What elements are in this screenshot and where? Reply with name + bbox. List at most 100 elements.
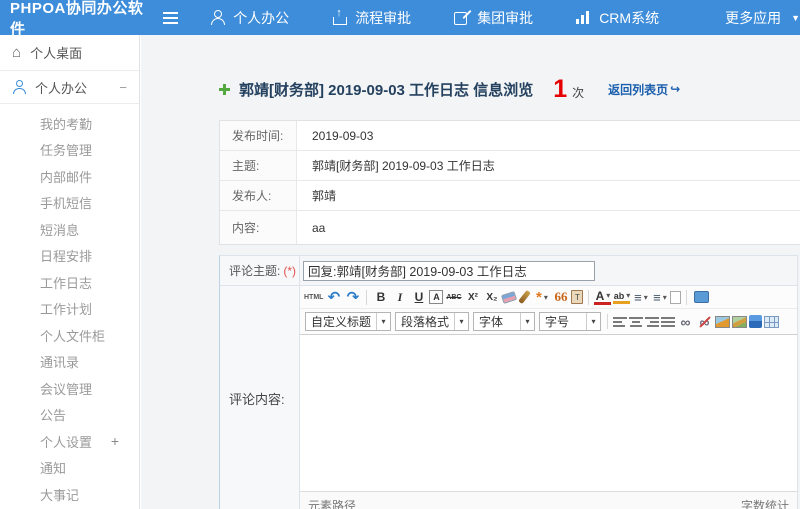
editor-dropdowns: 自定义标题 段落格式 字体	[303, 312, 603, 331]
comment-subject-label: 评论主题:	[229, 264, 281, 278]
sidebar-item-contacts[interactable]: 通讯录	[0, 349, 139, 376]
bold-icon[interactable]: B	[372, 288, 389, 306]
back-to-list-link[interactable]: 返回列表页 ↪	[608, 81, 680, 98]
underline-icon[interactable]: U	[410, 288, 427, 306]
sidebar-item-announcement[interactable]: 公告	[0, 402, 139, 429]
image-gallery-icon[interactable]	[732, 315, 748, 328]
nav-item-more-apps[interactable]: 更多应用 ▼	[702, 8, 800, 28]
undo-icon[interactable]: ↶	[325, 288, 342, 306]
info-row-publish-time: 发布时间: 2019-09-03	[220, 121, 800, 151]
toolbar-separator	[366, 289, 368, 305]
sidebar-item-label: 任务管理	[40, 143, 93, 159]
dropdown-caret-icon[interactable]	[586, 313, 600, 330]
sidebar-item-mobile-sms[interactable]: 手机短信	[0, 190, 139, 217]
sidebar-item-file-cabinet[interactable]: 个人文件柜	[0, 322, 139, 349]
sidebar-item-memorabilia[interactable]: 大事记	[0, 481, 139, 508]
strikethrough-icon[interactable]: ABC	[445, 288, 462, 306]
sidebar-item-label: 会议管理	[40, 381, 93, 397]
sidebar-item-notification[interactable]: 通知	[0, 455, 139, 482]
format-painter-brush-icon[interactable]	[518, 289, 532, 305]
align-left-icon[interactable]	[613, 315, 628, 328]
align-center-icon[interactable]	[629, 315, 644, 328]
info-row-label: 发布时间:	[220, 121, 297, 150]
justify-icon[interactable]	[661, 315, 676, 328]
remove-format-eraser-icon[interactable]	[501, 290, 518, 304]
menu-icon[interactable]	[163, 11, 179, 24]
font-family-select[interactable]: 字体	[473, 312, 536, 331]
font-size-select[interactable]: 字号	[539, 312, 602, 331]
comment-form: 评论主题: (*) 评论内容: HTML↶↷BIUAABCX²X₂*66TAab…	[219, 255, 798, 509]
insert-image-icon[interactable]	[715, 315, 731, 328]
dropdown-caret-icon[interactable]	[376, 313, 390, 330]
superscript-icon[interactable]: X²	[464, 288, 481, 306]
dropdown-value: 字体	[479, 315, 504, 329]
sidebar-item-short-message[interactable]: 短消息	[0, 216, 139, 243]
info-row-value: aa	[312, 220, 326, 235]
dropdown-caret-icon[interactable]	[520, 313, 534, 330]
view-count-unit: 次	[572, 85, 585, 100]
sidebar-item-label: 大事记	[40, 487, 80, 503]
new-page-icon[interactable]	[670, 290, 682, 304]
sidebar-section-label: 个人办公	[35, 80, 88, 96]
highlight-color-icon[interactable]: ab	[613, 290, 631, 304]
dropdown-caret-icon[interactable]	[454, 313, 468, 330]
align-right-icon[interactable]	[645, 315, 660, 328]
redo-icon[interactable]: ↷	[344, 288, 361, 306]
word-count-label: 字数统计	[740, 499, 789, 509]
insert-media-icon[interactable]	[749, 315, 763, 328]
unordered-list-icon[interactable]: ≡	[651, 288, 668, 306]
sidebar-item-work-log[interactable]: 工作日志	[0, 269, 139, 296]
info-row-label: 发布人:	[220, 181, 297, 210]
nav-icon	[454, 10, 469, 25]
info-row-value: 郭靖[财务部] 2019-09-03 工作日志	[312, 159, 495, 173]
rich-text-editor: HTML↶↷BIUAABCX²X₂*66TAab≡≡ 自定义标题 段落格式	[300, 286, 797, 509]
comment-subject-input[interactable]	[303, 260, 595, 281]
unlink-icon[interactable]: ∞	[696, 313, 713, 331]
page-title: 郭靖[财务部] 2019-09-03 工作日志 信息浏览	[239, 81, 534, 99]
ordered-list-icon[interactable]: ≡	[632, 288, 649, 306]
sidebar-item-task-management[interactable]: 任务管理	[0, 137, 139, 164]
sidebar-item-personal-desktop[interactable]: ⌂ 个人桌面	[0, 35, 139, 71]
required-mark: (*)	[283, 263, 297, 278]
sidebar-item-meeting-management[interactable]: 会议管理	[0, 375, 139, 402]
collapse-icon[interactable]: −	[119, 80, 127, 95]
nav-label: CRM系统	[599, 9, 660, 26]
font-box-icon[interactable]: A	[429, 290, 444, 304]
paste-icon[interactable]: T	[571, 290, 584, 304]
nav-item-personal-office[interactable]: 个人办公	[210, 8, 299, 28]
blockquote-icon[interactable]: 66	[552, 288, 569, 306]
editor-toolbar-row2: 自定义标题 段落格式 字体	[300, 309, 797, 335]
sidebar-menu: 我的考勤 任务管理 内部邮件 手机短信 短消息 日程安排 工作日志 工作计划 个…	[0, 104, 139, 508]
link-icon[interactable]: ∞	[677, 313, 694, 331]
paragraph-format-select[interactable]: 段落格式	[395, 312, 470, 331]
editor-content-area[interactable]	[300, 335, 797, 491]
fullscreen-icon[interactable]	[694, 291, 710, 303]
insert-table-icon[interactable]	[764, 315, 780, 328]
sidebar-item-schedule[interactable]: 日程安排	[0, 243, 139, 270]
info-row-label: 内容:	[220, 211, 297, 244]
sidebar-item-label: 我的考勤	[40, 116, 93, 132]
title-row: 郭靖[财务部] 2019-09-03 工作日志 信息浏览 1 次 返回列表页 ↪	[219, 76, 680, 101]
sidebar-item-internal-mail[interactable]: 内部邮件	[0, 163, 139, 190]
nav-item-group-approval[interactable]: 集团审批	[454, 8, 543, 28]
sidebar-item-personal-settings[interactable]: 个人设置 +	[0, 428, 139, 455]
nav-label: 集团审批	[477, 9, 534, 26]
italic-icon[interactable]: I	[391, 288, 408, 306]
sidebar-item-label: 日程安排	[40, 249, 93, 265]
sidebar: ⌂ 个人桌面 个人办公 − 我的考勤 任务管理 内部邮件 手机短信 短消息 日程…	[0, 35, 140, 509]
html-source-button[interactable]: HTML	[304, 288, 323, 306]
expand-plus-icon: +	[110, 433, 119, 450]
plus-icon	[219, 83, 230, 95]
nav-item-crm-system[interactable]: CRM系统	[576, 8, 669, 28]
font-color-icon[interactable]: A	[594, 289, 612, 305]
quick-format-wand-icon[interactable]: *	[533, 288, 550, 306]
nav-item-process-approval[interactable]: 流程审批	[332, 7, 421, 28]
heading-style-select[interactable]: 自定义标题	[305, 312, 392, 331]
sidebar-item-work-plan[interactable]: 工作计划	[0, 296, 139, 323]
nav-label: 流程审批	[355, 9, 412, 26]
subscript-icon[interactable]: X₂	[483, 288, 500, 306]
comment-subject-label-cell: 评论主题: (*)	[220, 256, 300, 285]
app-logo: PHPOA协同办公软件	[10, 0, 144, 38]
sidebar-item-my-attendance[interactable]: 我的考勤	[0, 110, 139, 137]
sidebar-section-personal-office[interactable]: 个人办公 −	[0, 71, 139, 104]
